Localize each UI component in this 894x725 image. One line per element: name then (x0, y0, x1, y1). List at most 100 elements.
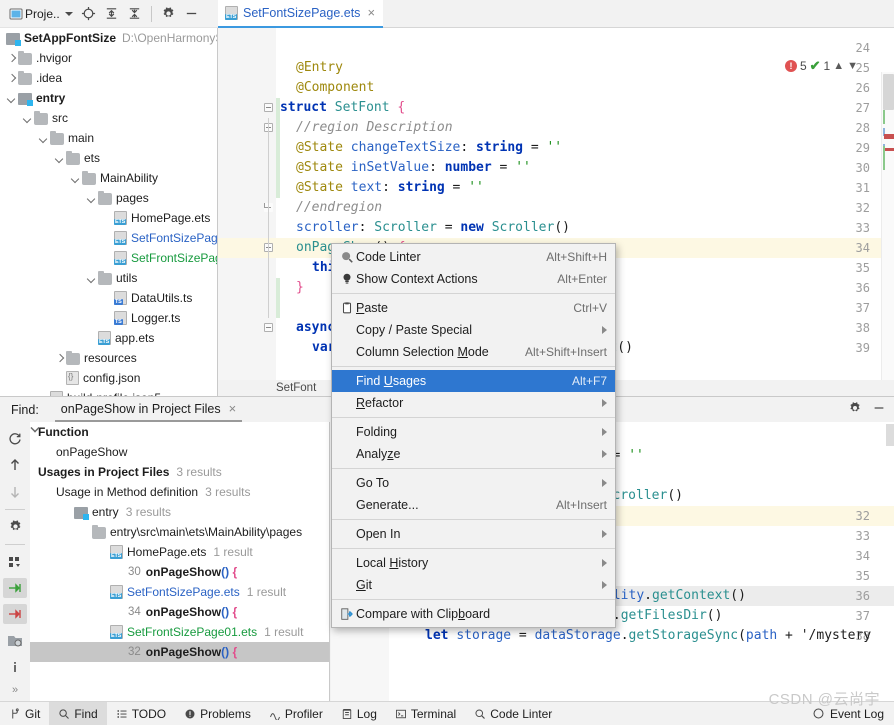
find-result-row[interactable]: entry3 results (30, 502, 329, 522)
find-result-row[interactable]: Usages in Project Files3 results (30, 462, 329, 482)
chevron-down-icon[interactable] (70, 173, 81, 184)
menu-item-copy-paste-special[interactable]: Copy / Paste Special (332, 319, 615, 341)
collapse-all-button[interactable] (3, 604, 27, 624)
preview-scrollbar-thumb[interactable] (886, 424, 894, 446)
menu-item-git[interactable]: Git (332, 574, 615, 596)
find-results-tree[interactable]: FunctiononPageShowUsages in Project File… (30, 422, 330, 702)
locate-icon (81, 6, 96, 21)
tree-item-main[interactable]: main (0, 128, 217, 148)
tree-item-hvigor[interactable]: .hvigor (0, 48, 217, 68)
find-result-row[interactable]: ETSSetFontSizePage.ets1 result (30, 582, 329, 602)
menu-item-column-selection-mode[interactable]: Column Selection ModeAlt+Shift+Insert (332, 341, 615, 363)
find-tab[interactable]: onPageShow in Project Files × (55, 397, 242, 422)
chevron-down-icon[interactable] (22, 113, 33, 124)
next-occurrence-button[interactable] (3, 481, 27, 501)
chevron-down-icon[interactable] (54, 153, 65, 164)
menu-item-show-context-actions[interactable]: Show Context ActionsAlt+Enter (332, 268, 615, 290)
menu-item-local-history[interactable]: Local History (332, 552, 615, 574)
status-bar-item-git[interactable]: Git (0, 702, 49, 725)
status-bar-item-problems[interactable]: Problems (175, 702, 260, 725)
close-icon[interactable]: × (229, 404, 237, 414)
hide-panel-button[interactable] (181, 3, 202, 25)
tab-setfontsizepage[interactable]: ETS SetFontSizePage.ets × (218, 0, 383, 28)
editor-context-menu[interactable]: Code LinterAlt+Shift+HShow Context Actio… (331, 243, 616, 628)
find-result-row[interactable]: ETSHomePage.ets1 result (30, 542, 329, 562)
menu-item-compare-with-clipboard[interactable]: Compare with Clipboard (332, 603, 615, 625)
status-bar-item-terminal[interactable]: Terminal (386, 702, 465, 725)
chevron-right-icon[interactable] (54, 353, 65, 364)
find-result-row-selected[interactable]: 32onPageShow() { (30, 642, 329, 662)
group-by-button[interactable] (3, 552, 27, 572)
editor-marker-bar[interactable] (881, 72, 894, 396)
menu-item-analyze[interactable]: Analyze (332, 443, 615, 465)
find-result-row[interactable]: 30onPageShow() { (30, 562, 329, 582)
chevron-down-icon[interactable] (6, 93, 17, 104)
tree-item-setfontsizepageets[interactable]: ETSSetFontSizePage.ets (0, 228, 217, 248)
fold-marker[interactable] (264, 103, 273, 112)
find-result-row[interactable]: 34onPageShow() { (30, 602, 329, 622)
more-button[interactable]: » (3, 680, 27, 700)
chevron-right-icon[interactable] (6, 73, 17, 84)
tree-item-entry[interactable]: entry (0, 88, 217, 108)
menu-item-folding[interactable]: Folding (332, 421, 615, 443)
info-button[interactable] (3, 657, 27, 677)
tree-item-configjson[interactable]: config.json (0, 368, 217, 388)
project-view-selector[interactable]: Proje.. (6, 3, 76, 25)
find-result-row[interactable]: Function (30, 422, 329, 442)
project-tree-panel[interactable]: SetAppFontSize D:\OpenHarmonyS .hvigor.i… (0, 28, 218, 396)
editor-scrollbar-thumb[interactable] (883, 74, 894, 110)
chevron-right-icon[interactable] (6, 53, 17, 64)
status-bar-item-profiler[interactable]: Profiler (260, 702, 332, 725)
prev-occurrence-button[interactable] (3, 455, 27, 475)
expand-all-button[interactable] (3, 578, 27, 598)
menu-item-generate[interactable]: Generate...Alt+Insert (332, 494, 615, 516)
status-bar-item-log[interactable]: Log (332, 702, 386, 725)
event-log-button[interactable]: Event Log (812, 707, 884, 721)
inspection-widget[interactable]: ! 5 ✔ 1 ▲ ▼ (785, 58, 858, 74)
tree-item-appets[interactable]: ETSapp.ets (0, 328, 217, 348)
tree-item-utils[interactable]: utils (0, 268, 217, 288)
menu-item-go-to[interactable]: Go To (332, 472, 615, 494)
tree-item-loggerts[interactable]: TSLogger.ts (0, 308, 217, 328)
chevron-down-icon[interactable] (38, 133, 49, 144)
settings-button[interactable] (158, 3, 179, 25)
rerun-button[interactable] (3, 429, 27, 449)
tree-item-mainability[interactable]: MainAbility (0, 168, 217, 188)
tree-item-homepageets[interactable]: ETSHomePage.ets (0, 208, 217, 228)
tree-item-src[interactable]: src (0, 108, 217, 128)
find-result-row[interactable]: Usage in Method definition3 results (30, 482, 329, 502)
menu-item-paste[interactable]: PasteCtrl+V (332, 297, 615, 319)
status-bar-item-todo[interactable]: TODO (107, 702, 175, 725)
fold-marker[interactable] (264, 323, 273, 332)
expand-all-button[interactable] (101, 3, 122, 25)
status-bar-item-code-linter[interactable]: Code Linter (465, 702, 561, 725)
open-in-find-window-button[interactable] (3, 630, 27, 650)
find-settings-button[interactable] (3, 517, 27, 537)
chevron-up-icon[interactable]: ▲ (833, 60, 844, 72)
collapse-all-button[interactable] (124, 3, 145, 25)
tree-item-ets[interactable]: ets (0, 148, 217, 168)
gear-icon[interactable] (848, 401, 862, 415)
tree-item-resources[interactable]: resources (0, 348, 217, 368)
tree-root-item[interactable]: SetAppFontSize D:\OpenHarmonyS (0, 28, 217, 48)
locate-button[interactable] (78, 3, 99, 25)
minimize-icon[interactable] (872, 401, 886, 415)
status-bar-item-find[interactable]: Find (49, 702, 106, 725)
menu-item-find-usages[interactable]: Find UsagesAlt+F7 (332, 370, 615, 392)
menu-item-code-linter[interactable]: Code LinterAlt+Shift+H (332, 246, 615, 268)
find-result-row[interactable]: entry\src\main\ets\MainAbility\pages (30, 522, 329, 542)
menu-item-refactor[interactable]: Refactor (332, 392, 615, 414)
tree-item-buildprofilejson5[interactable]: ETSbuild-profile.json5 (0, 388, 217, 396)
close-icon[interactable]: × (367, 8, 375, 18)
menu-item-open-in[interactable]: Open In (332, 523, 615, 545)
breadcrumb-item[interactable]: SetFont (276, 382, 316, 394)
tree-item-pages[interactable]: pages (0, 188, 217, 208)
chevron-down-icon[interactable] (86, 193, 97, 204)
find-result-row[interactable]: ETSSetFrontSizePage01.ets1 result (30, 622, 329, 642)
tree-item-setfrontsizepage01ets[interactable]: ETSSetFrontSizePage01.ets (0, 248, 217, 268)
chevron-down-icon[interactable]: ▼ (847, 60, 858, 72)
chevron-down-icon[interactable] (86, 273, 97, 284)
tree-item-idea[interactable]: .idea (0, 68, 217, 88)
find-result-row[interactable]: onPageShow (30, 442, 329, 462)
tree-item-datautilsts[interactable]: TSDataUtils.ts (0, 288, 217, 308)
